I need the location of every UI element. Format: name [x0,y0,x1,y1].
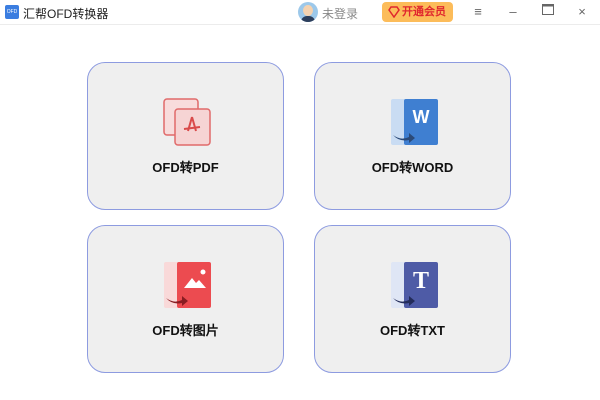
card-label: OFD转TXT [380,323,445,338]
diamond-icon [388,6,400,18]
ofd-to-word-card[interactable]: W OFD转WORD [314,62,511,210]
txt-icon: T [391,262,438,308]
minimize-icon[interactable]: – [504,3,522,21]
title-bar: OFD 汇帮OFD转换器 未登录 开通会员 ≡ – × [0,0,600,25]
vip-label: 开通会员 [402,6,446,18]
card-label: OFD转图片 [152,323,219,338]
vip-button[interactable]: 开通会员 [382,2,453,22]
image-icon [164,262,211,308]
app-logo: OFD [5,5,19,19]
maximize-icon[interactable] [539,2,557,20]
app-title: 汇帮OFD转换器 [23,7,109,21]
word-icon: W [391,99,438,145]
pdf-icon [163,98,211,146]
ofd-to-pdf-card[interactable]: OFD转PDF [87,62,284,210]
ofd-to-txt-card[interactable]: T OFD转TXT [314,225,511,373]
card-label: OFD转WORD [371,160,454,175]
login-link[interactable]: 未登录 [322,5,358,22]
close-icon[interactable]: × [573,3,591,21]
menu-icon[interactable]: ≡ [469,3,487,21]
svg-text:W: W [413,107,430,127]
card-label: OFD转PDF [152,160,219,175]
svg-text:T: T [413,268,429,294]
ofd-to-image-card[interactable]: OFD转图片 [87,225,284,373]
avatar[interactable] [298,2,318,22]
